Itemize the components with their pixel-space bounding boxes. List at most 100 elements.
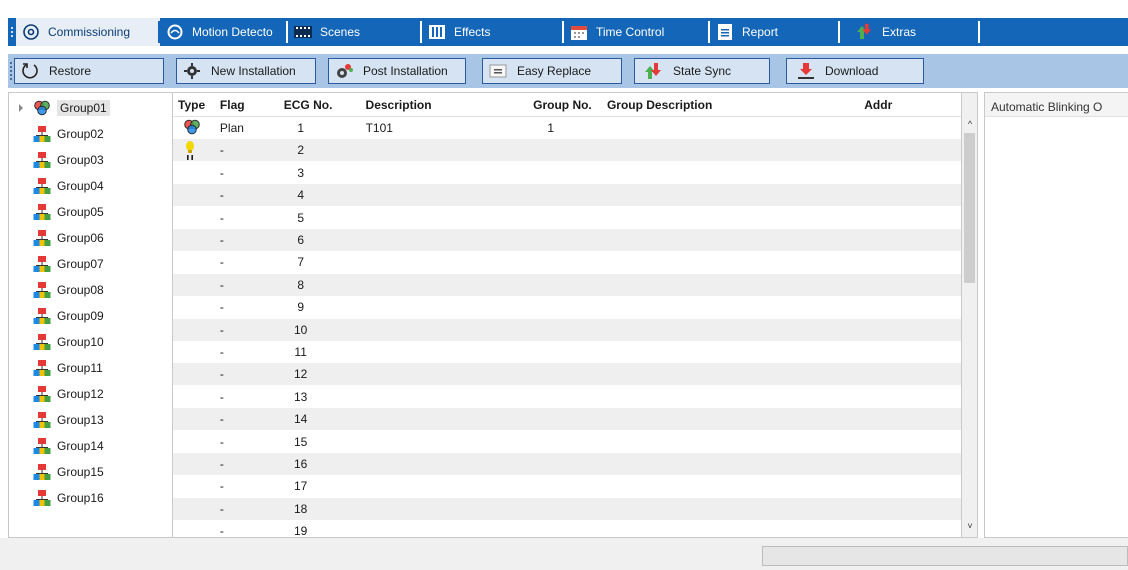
table-vertical-scrollbar[interactable]: ^ ˅ [962,92,978,538]
easy-replace-button[interactable]: Easy Replace [482,58,622,84]
cell-group-no [528,229,602,251]
motion-sensor-icon [164,21,186,43]
tree-item-group[interactable]: Group11 [9,355,172,381]
cell-group-description [602,184,859,206]
table-row[interactable]: - 12 [173,363,961,386]
tab-commissioning[interactable]: Commissioning [16,18,160,46]
tree-item-group[interactable]: Group03 [9,147,172,173]
cell-description [361,363,529,385]
cell-type [173,386,215,408]
table-row[interactable]: - 13 [173,386,961,408]
table-row[interactable]: Plan 1 T101 1 [173,117,961,139]
column-header-ecg-no[interactable]: ECG No. [279,93,361,116]
calendar-icon [568,21,590,43]
commissioning-toolbar: Restore New Installation Post Installati… [8,54,1128,88]
state-sync-label: State Sync [673,64,732,78]
cell-description [361,162,529,184]
tree-item-group[interactable]: Group08 [9,277,172,303]
cell-group-no [528,251,602,273]
table-row[interactable]: - 14 [173,408,961,431]
extras-arrows-icon [854,21,876,43]
table-row[interactable]: - 11 [173,341,961,363]
tab-extras[interactable]: Extras [840,18,980,46]
tree-item-group[interactable]: Group10 [9,329,172,355]
cell-ecg-no: 1 [297,121,304,135]
table-row[interactable]: - 17 [173,475,961,497]
cell-description [361,207,529,229]
cell-addr [859,184,961,206]
table-row[interactable]: -6 [173,229,961,251]
new-installation-button[interactable]: New Installation [176,58,316,84]
tree-item-group[interactable]: Group04 [9,173,172,199]
cell-ecg-no: 17 [293,479,308,494]
cell-group-description [602,251,859,273]
cell-description [361,184,529,206]
tabbar-grip[interactable] [8,18,16,46]
table-row[interactable]: -2 [173,139,961,162]
tab-effects[interactable]: Effects [422,18,564,46]
table-row[interactable]: -8 [173,273,961,296]
tree-item-group[interactable]: Group02 [9,121,172,147]
tree-item-label: Group15 [57,465,104,479]
cell-description [361,229,529,251]
tree-item-group[interactable]: Group07 [9,251,172,277]
tree-item-group[interactable]: Group14 [9,433,172,459]
tree-item-group[interactable]: Group01 [9,95,172,121]
cell-type [173,229,215,251]
table-row[interactable]: - 15 [173,431,961,453]
table-row[interactable]: -9 [173,296,961,318]
column-header-group-no[interactable]: Group No. [528,93,602,116]
tab-report[interactable]: Report [710,18,840,46]
cell-group-description [602,475,859,497]
table-row[interactable]: -5 [173,207,961,229]
table-row[interactable]: - 19 [173,520,961,537]
tree-item-label: Group14 [57,439,104,453]
column-header-type[interactable]: Type [173,93,215,116]
column-header-description[interactable]: Description [361,93,529,116]
column-header-group-description[interactable]: Group Description [602,93,859,116]
table-row[interactable]: -7 [173,251,961,273]
cell-description [361,251,529,273]
tree-item-group[interactable]: Group09 [9,303,172,329]
table-row[interactable]: - 10 [173,318,961,341]
table-row[interactable]: - 18 [173,497,961,520]
column-header-addr[interactable]: Addr [859,93,961,116]
automatic-blinking-header: Automatic Blinking O [985,93,1128,117]
cell-ecg-no: 7 [297,255,304,270]
table-row[interactable]: -4 [173,184,961,207]
easy-replace-label: Easy Replace [517,64,592,78]
table-row[interactable]: -3 [173,162,961,184]
post-installation-button[interactable]: Post Installation [328,58,466,84]
scroll-down-arrow-icon[interactable]: ˅ [965,521,975,531]
download-button[interactable]: Download [786,58,924,84]
cell-ecg-no: 10 [293,322,308,337]
tree-item-label: Group04 [57,179,104,193]
main-tab-bar: Commissioning Motion Detecto Scenes Effe… [8,18,1128,46]
column-header-flag[interactable]: Flag [215,93,279,116]
scroll-up-arrow-icon[interactable]: ^ [965,119,975,129]
tree-item-group[interactable]: Group15 [9,459,172,485]
cell-flag: - [219,479,224,494]
scroll-thumb[interactable] [964,133,975,283]
tree-item-group[interactable]: Group05 [9,199,172,225]
cell-group-description [602,431,859,453]
expand-arrow-icon[interactable] [19,104,23,112]
cell-flag: - [219,233,224,247]
tree-item-group[interactable]: Group13 [9,407,172,433]
cell-type [173,363,215,385]
cell-ecg-no: 4 [297,188,304,203]
new-installation-label: New Installation [211,64,296,78]
tab-motion-detector[interactable]: Motion Detecto [160,18,288,46]
cell-flag: - [219,367,224,382]
restore-button[interactable]: Restore [14,58,164,84]
tree-item-group[interactable]: Group16 [9,485,172,511]
table-row[interactable]: - 16 [173,453,961,475]
tab-time-control[interactable]: Time Control [564,18,710,46]
tab-scenes[interactable]: Scenes [288,18,422,46]
group-network-icon [33,203,51,221]
tree-item-label: Group11 [57,361,103,375]
tree-item-group[interactable]: Group12 [9,381,172,407]
cell-flag: - [219,457,224,471]
tree-item-group[interactable]: Group06 [9,225,172,251]
state-sync-button[interactable]: State Sync [634,58,770,84]
